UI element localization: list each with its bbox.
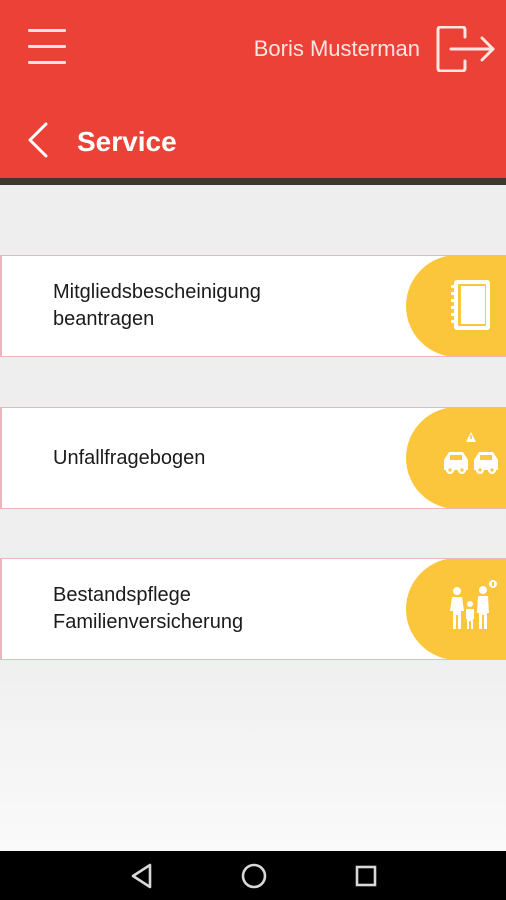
user-name: Boris Musterman — [253, 36, 420, 61]
service-item-mitgliedsbescheinigung[interactable]: Mitgliedsbescheinigung beantragen — [0, 255, 506, 357]
back-button[interactable] — [24, 122, 54, 158]
service-list: Mitgliedsbescheinigung beantragen Unfall… — [0, 185, 506, 851]
logout-button[interactable] — [435, 25, 497, 73]
logout-icon — [436, 25, 495, 73]
menu-button[interactable] — [28, 29, 66, 65]
page-title: Service — [77, 126, 177, 157]
service-item-label: Bestandspflege Familienversicherung — [53, 584, 244, 633]
family-icon — [450, 580, 497, 629]
back-chevron-icon — [28, 122, 48, 158]
nav-home-button[interactable] — [224, 851, 284, 900]
app-header: Boris Musterman Service — [0, 0, 506, 178]
nav-home-icon — [241, 863, 267, 889]
nav-recents-icon — [355, 865, 377, 887]
nav-back-icon — [131, 863, 152, 889]
service-item-label: Unfallfragebogen — [53, 446, 206, 469]
system-navigation-bar — [0, 851, 506, 900]
service-item-unfallfragebogen[interactable]: Unfallfragebogen — [0, 407, 506, 509]
service-item-familienversicherung[interactable]: Bestandspflege Familienversicherung — [0, 558, 506, 660]
header-shadow — [0, 178, 506, 185]
service-item-label: Mitgliedsbescheinigung beantragen — [53, 281, 261, 330]
hamburger-menu-icon-bar — [28, 45, 66, 48]
nav-recents-button[interactable] — [336, 851, 396, 900]
car-accident-icon — [444, 432, 498, 474]
hamburger-menu-icon — [28, 29, 66, 32]
notebook-icon — [451, 280, 490, 330]
hamburger-menu-icon-bar — [28, 61, 66, 64]
nav-back-button[interactable] — [112, 851, 172, 900]
